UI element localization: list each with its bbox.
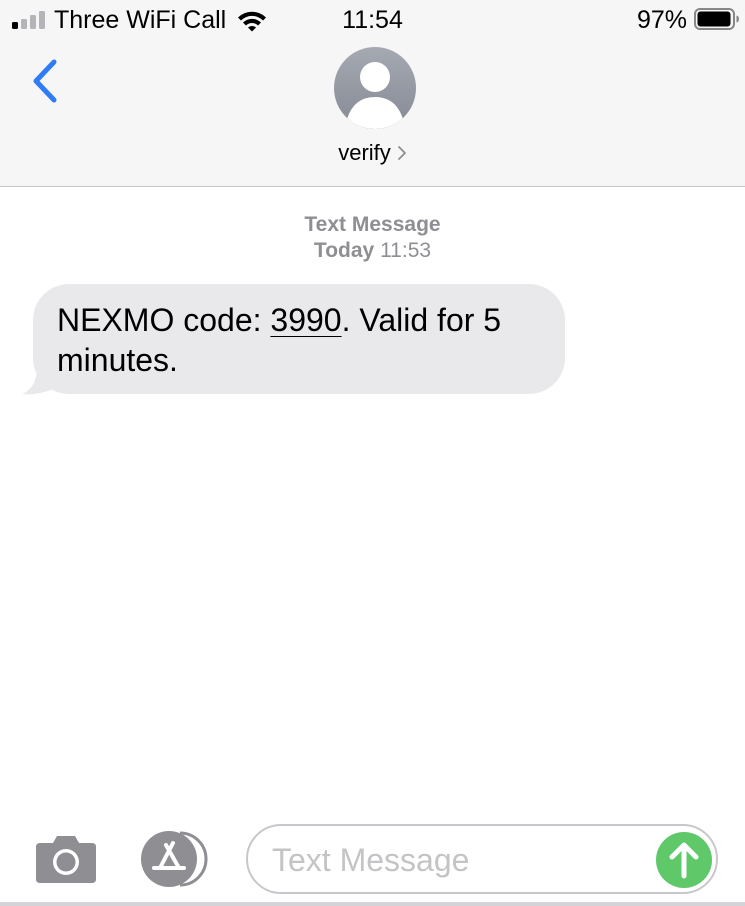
message-input[interactable]	[272, 838, 642, 882]
send-button[interactable]	[656, 832, 712, 888]
message-timestamp: Text Message Today 11:53	[0, 212, 745, 264]
message-service-label: Text Message	[304, 213, 441, 236]
contact-avatar[interactable]	[334, 47, 416, 129]
timestamp-day: Today	[313, 239, 375, 262]
app-store-button[interactable]	[140, 831, 212, 887]
person-icon	[347, 62, 403, 129]
message-text-before: NEXMO code:	[57, 302, 271, 338]
conversation-header: Three WiFi Call 11:54 97% verify	[0, 0, 745, 187]
verification-code-link[interactable]: 3990	[270, 302, 341, 338]
contact-name: verify	[338, 140, 391, 165]
status-bar: Three WiFi Call 11:54 97%	[0, 0, 745, 40]
home-indicator-strip	[0, 902, 745, 906]
arrow-up-icon	[669, 842, 699, 879]
contact-name-button[interactable]: verify	[0, 140, 745, 166]
back-button[interactable]	[26, 56, 70, 106]
battery-percentage: 97%	[636, 6, 687, 34]
message-input-field[interactable]	[246, 824, 718, 894]
battery-fill	[697, 11, 731, 27]
chevron-right-icon	[397, 146, 406, 160]
received-message-bubble[interactable]: NEXMO code: 3990. Valid for 5 minutes.	[33, 284, 565, 394]
status-time: 11:54	[342, 6, 403, 34]
camera-button[interactable]	[34, 834, 98, 884]
timestamp-time: 11:53	[380, 239, 432, 262]
chevron-left-icon	[33, 59, 57, 103]
camera-icon	[36, 836, 96, 883]
battery-icon	[694, 8, 739, 30]
app-store-icon	[141, 831, 208, 887]
